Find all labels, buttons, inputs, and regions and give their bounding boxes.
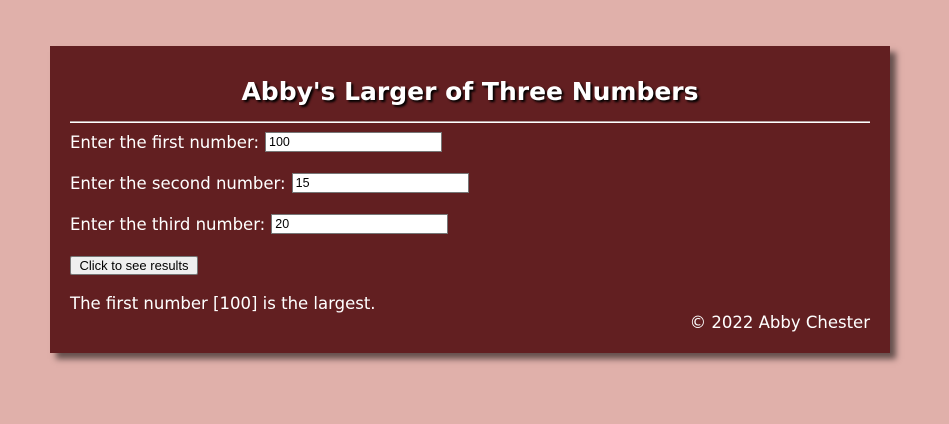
second-number-input[interactable]: [291, 173, 469, 193]
second-number-label: Enter the second number:: [70, 173, 286, 193]
third-number-label: Enter the third number:: [70, 214, 266, 234]
title-divider: [70, 121, 870, 123]
third-number-input[interactable]: [271, 214, 449, 234]
first-number-label: Enter the first number:: [70, 132, 260, 152]
see-results-button[interactable]: Click to see results: [70, 256, 198, 275]
page-title: Abby's Larger of Three Numbers: [241, 77, 699, 106]
copyright-footer: © 2022 Abby Chester: [689, 313, 870, 332]
main-panel: Abby's Larger of Three Numbers Enter the…: [50, 46, 890, 353]
result-message: The first number [100] is the largest.: [70, 294, 376, 313]
second-number-row: Enter the second number:: [70, 172, 469, 194]
first-number-input[interactable]: [265, 132, 443, 152]
first-number-row: Enter the first number:: [70, 131, 443, 153]
third-number-row: Enter the third number:: [70, 213, 449, 235]
